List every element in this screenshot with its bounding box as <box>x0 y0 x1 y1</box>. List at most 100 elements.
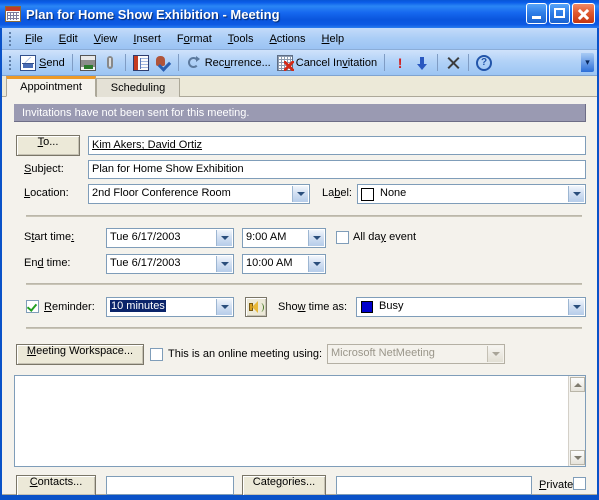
to-value: Kim Akers; David Ortiz <box>92 139 203 151</box>
chevron-down-icon[interactable] <box>216 299 232 315</box>
online-provider-combobox: Microsoft NetMeeting <box>327 344 505 364</box>
menu-insert[interactable]: Insert <box>125 31 169 47</box>
show-time-as-label: Show time as: <box>278 301 348 313</box>
toolbar-separator <box>384 54 386 71</box>
recurrence-button[interactable]: Recurrence... <box>183 52 274 73</box>
reminder-sound-button[interactable] <box>245 297 267 317</box>
minimize-button[interactable] <box>526 3 547 24</box>
categories-field[interactable] <box>336 476 532 495</box>
start-date-combobox[interactable]: Tue 6/17/2003 <box>106 228 234 248</box>
tab-appointment[interactable]: Appointment <box>6 76 96 97</box>
menu-grip-handle[interactable] <box>6 31 14 47</box>
end-clock-combobox[interactable]: 10:00 AM <box>242 254 326 274</box>
info-bar: Invitations have not been sent for this … <box>14 104 586 122</box>
online-meeting-checkbox[interactable] <box>150 348 163 361</box>
to-field[interactable]: Kim Akers; David Ortiz <box>88 136 586 155</box>
online-meeting-label: This is an online meeting using: <box>168 348 323 360</box>
menu-bar: File Edit View Insert Format Tools Actio… <box>2 28 597 50</box>
chevron-down-icon[interactable] <box>568 186 584 202</box>
window-controls <box>526 3 595 24</box>
close-button[interactable] <box>572 3 595 24</box>
start-time-label: Start time: <box>24 231 75 243</box>
title-bar: Plan for Home Show Exhibition - Meeting <box>0 0 599 28</box>
check-names-icon <box>155 55 171 71</box>
address-book-icon <box>132 54 149 71</box>
window-border-left <box>0 28 2 500</box>
attach-file-button[interactable] <box>99 52 121 73</box>
online-provider-value: Microsoft NetMeeting <box>331 347 435 359</box>
label-value: None <box>380 187 407 199</box>
start-clock-combobox[interactable]: 9:00 AM <box>242 228 326 248</box>
subject-label: Subject: <box>24 163 64 175</box>
menu-edit[interactable]: Edit <box>51 31 86 47</box>
all-day-event-checkbox[interactable] <box>336 231 349 244</box>
arrow-down-icon <box>414 55 430 71</box>
toolbar-options-button[interactable]: ▾ <box>581 53 594 72</box>
window-title: Plan for Home Show Exhibition - Meeting <box>26 6 280 22</box>
toolbar-separator <box>71 54 73 71</box>
show-time-as-combobox[interactable]: Busy <box>356 297 586 317</box>
reminder-combobox[interactable]: 10 minutes <box>106 297 234 317</box>
menu-format[interactable]: Format <box>169 31 220 47</box>
show-time-as-value: Busy <box>379 300 404 312</box>
help-button[interactable]: ? <box>473 52 495 73</box>
menu-help[interactable]: Help <box>314 31 353 47</box>
start-clock-value: 9:00 AM <box>246 231 287 243</box>
label-color-swatch <box>361 188 374 201</box>
window-border-bottom <box>0 495 599 500</box>
menu-file[interactable]: File <box>17 31 51 47</box>
address-book-button[interactable] <box>130 52 152 73</box>
chevron-down-icon[interactable] <box>216 230 232 246</box>
send-icon <box>20 54 36 71</box>
send-button[interactable]: Send <box>17 52 68 73</box>
categories-button[interactable]: Categories... <box>242 475 326 496</box>
notes-body[interactable] <box>14 375 586 467</box>
contacts-field[interactable] <box>106 476 234 495</box>
scroll-up-icon[interactable] <box>570 377 585 392</box>
private-checkbox[interactable] <box>573 477 586 490</box>
check-names-button[interactable] <box>152 52 174 73</box>
print-button[interactable] <box>77 52 99 73</box>
toolbar-separator <box>177 54 179 71</box>
end-date-combobox[interactable]: Tue 6/17/2003 <box>106 254 234 274</box>
reminder-checkbox[interactable] <box>26 300 39 313</box>
tab-scheduling[interactable]: Scheduling <box>96 78 180 97</box>
location-value: 2nd Floor Conference Room <box>92 187 231 199</box>
menu-view[interactable]: View <box>86 31 126 47</box>
cancel-invitation-button[interactable]: Cancel Invitation <box>274 52 380 73</box>
delete-button[interactable] <box>442 52 464 73</box>
to-button[interactable]: To... <box>16 135 80 156</box>
recurrence-label: Recurrence... <box>204 56 271 69</box>
importance-low-button[interactable] <box>411 52 433 73</box>
chevron-down-icon[interactable] <box>308 256 324 272</box>
scroll-down-icon[interactable] <box>570 450 585 465</box>
meeting-window: Plan for Home Show Exhibition - Meeting … <box>0 0 599 500</box>
close-x-icon <box>445 55 461 71</box>
contacts-button[interactable]: Contacts... <box>16 475 96 496</box>
end-date-value: Tue 6/17/2003 <box>110 257 181 269</box>
chevron-down-icon[interactable] <box>308 230 324 246</box>
subject-field[interactable]: Plan for Home Show Exhibition <box>88 160 586 179</box>
menu-actions[interactable]: Actions <box>261 31 313 47</box>
printer-icon <box>79 54 96 71</box>
label-combobox[interactable]: None <box>357 184 586 204</box>
maximize-button[interactable] <box>549 3 570 24</box>
chevron-down-icon <box>487 346 503 362</box>
cancel-invitation-icon <box>276 54 294 71</box>
meeting-workspace-button[interactable]: Meeting Workspace... <box>16 344 144 365</box>
menu-tools[interactable]: Tools <box>220 31 262 47</box>
send-label: Send <box>39 56 65 69</box>
speaker-icon <box>258 303 264 312</box>
label-label: Label: <box>322 187 352 199</box>
chevron-down-icon[interactable] <box>216 256 232 272</box>
divider <box>26 327 582 329</box>
importance-high-button[interactable]: ! <box>389 52 411 73</box>
end-clock-value: 10:00 AM <box>246 257 293 269</box>
chevron-down-icon[interactable] <box>568 299 584 315</box>
toolbar-grip-handle[interactable] <box>6 55 14 71</box>
notes-scrollbar[interactable] <box>568 376 585 466</box>
location-combobox[interactable]: 2nd Floor Conference Room <box>88 184 310 204</box>
recurrence-icon <box>186 55 202 71</box>
private-label: Private <box>539 479 574 491</box>
chevron-down-icon[interactable] <box>292 186 308 202</box>
